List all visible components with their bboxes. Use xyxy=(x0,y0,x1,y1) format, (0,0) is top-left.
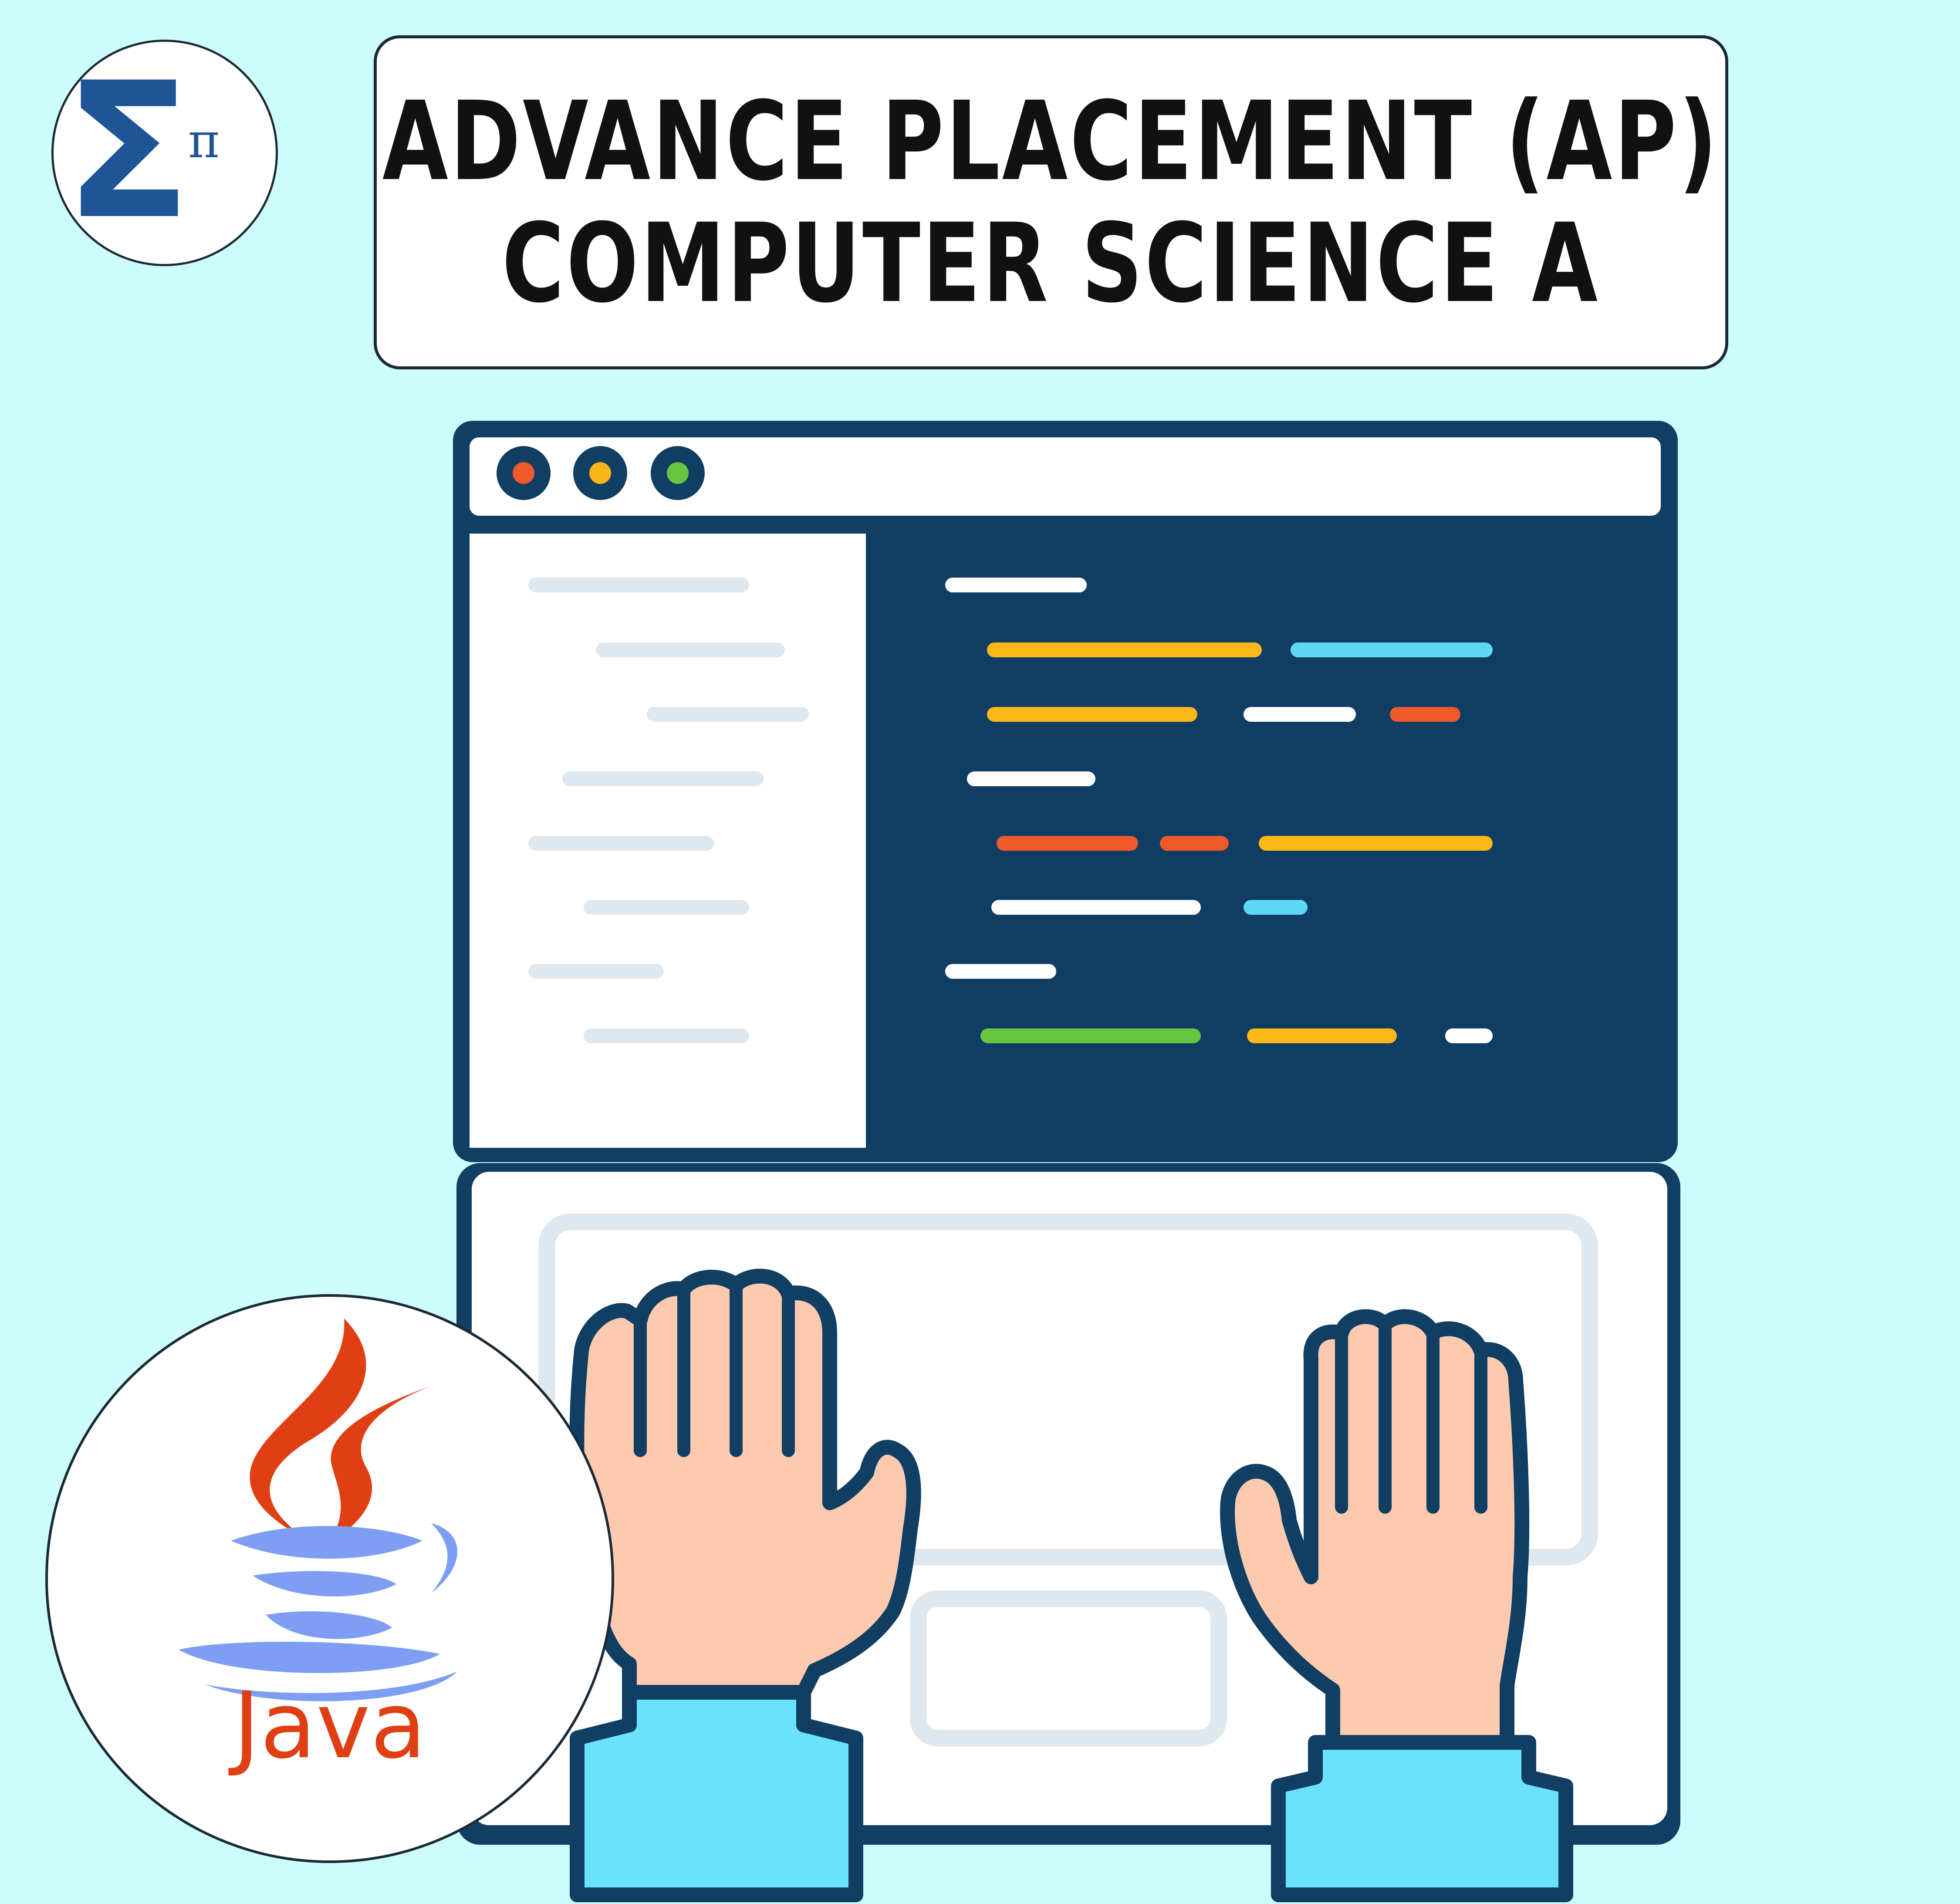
java-ring-2 xyxy=(253,1571,396,1596)
java-saucer xyxy=(179,1641,440,1673)
left-sleeve xyxy=(570,1685,863,1902)
java-badge: Java xyxy=(45,1294,614,1863)
java-ring-1 xyxy=(231,1526,422,1559)
java-handle xyxy=(431,1523,457,1593)
window-controls xyxy=(497,446,705,500)
window-titlebar xyxy=(470,437,1661,516)
minimize-icon[interactable] xyxy=(589,462,611,484)
right-sleeve xyxy=(1271,1735,1573,1902)
maximize-icon[interactable] xyxy=(667,462,689,484)
java-label: Java xyxy=(233,1672,426,1779)
close-icon[interactable] xyxy=(513,462,534,484)
java-ring-3 xyxy=(266,1611,392,1639)
